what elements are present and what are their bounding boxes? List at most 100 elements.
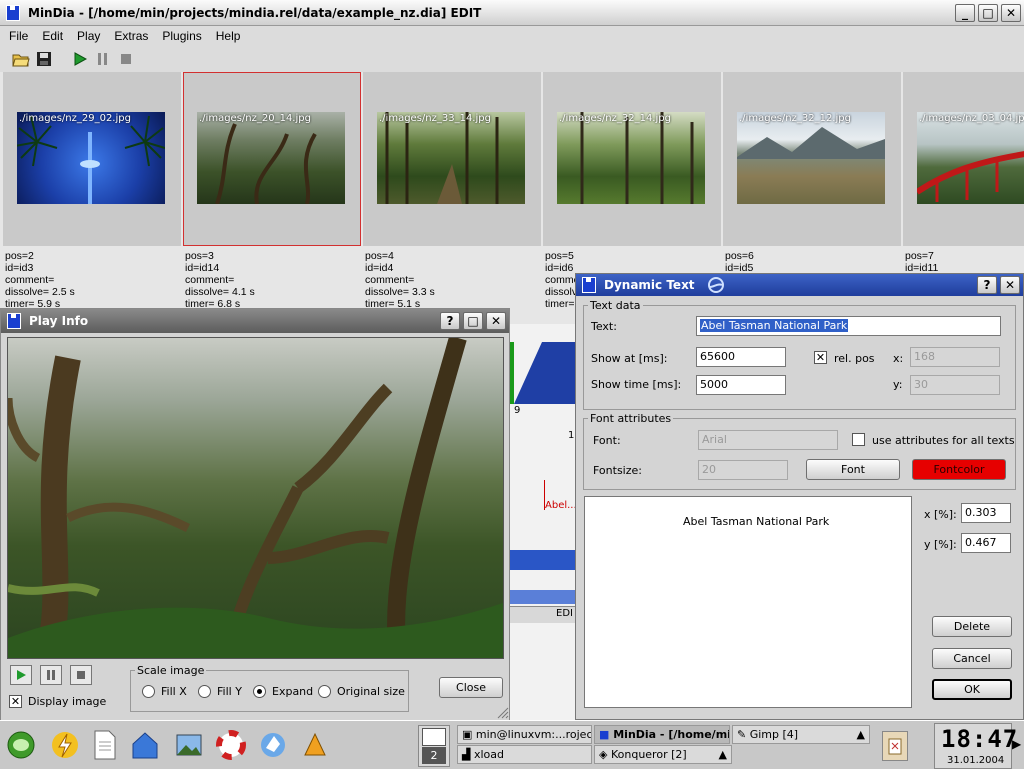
show-time-input[interactable]: 5000 bbox=[696, 375, 786, 395]
slide-thumbnail[interactable]: ./images/nz_33_14.jpg bbox=[363, 72, 541, 246]
close-icon[interactable]: ✕ bbox=[1001, 3, 1021, 22]
mindia-app-icon bbox=[582, 277, 596, 293]
font-button[interactable]: Font bbox=[806, 459, 900, 480]
original-size-label: Original size bbox=[337, 685, 405, 698]
swirl-icon bbox=[707, 277, 724, 293]
stop-icon bbox=[77, 671, 85, 679]
timeline-area[interactable]: 9 1 Abel... EDI bbox=[510, 324, 577, 720]
slide-thumbnail[interactable]: ./images/nz_32_12.jpg bbox=[723, 72, 901, 246]
play-icon[interactable] bbox=[69, 48, 91, 70]
clock[interactable]: 18:47 31.01.2004 bbox=[934, 723, 1017, 769]
desktop-pager[interactable]: 2 bbox=[418, 725, 450, 767]
clock-time: 18:47 bbox=[941, 725, 1019, 753]
slide-thumbnail-selected[interactable]: ./images/nz_20_14.jpg bbox=[183, 72, 361, 246]
document-icon[interactable] bbox=[88, 727, 122, 763]
show-time-label: Show time [ms]: bbox=[591, 378, 682, 391]
slide-image: ./images/nz_32_14.jpg bbox=[557, 112, 705, 204]
minimize-icon[interactable]: _ bbox=[955, 3, 975, 22]
play-info-titlebar[interactable]: Play Info ? □ ✕ bbox=[1, 309, 509, 333]
slide-thumbnail[interactable]: ./images/nz_32_14.jpg bbox=[543, 72, 721, 246]
slide-thumbnail[interactable]: ./images/nz_29_02.jpg bbox=[3, 72, 181, 246]
home-icon[interactable] bbox=[128, 727, 162, 763]
maximize-icon[interactable]: □ bbox=[463, 312, 483, 330]
status-mode: EDI bbox=[556, 608, 573, 619]
menu-play[interactable]: Play bbox=[68, 29, 105, 43]
x-input[interactable]: 168 bbox=[910, 347, 1000, 367]
desktop-number[interactable]: 2 bbox=[422, 747, 446, 764]
slide-filename: ./images/nz_03_04.jpg bbox=[919, 113, 1024, 124]
fontcolor-button[interactable]: Fontcolor bbox=[912, 459, 1006, 480]
text-preview-area[interactable]: Abel Tasman National Park bbox=[584, 496, 912, 708]
slide-thumbnail[interactable]: ./images/nz_03_04.jpg bbox=[903, 72, 1024, 246]
dynamic-text-titlebar[interactable]: Dynamic Text ? ✕ bbox=[576, 274, 1023, 296]
original-size-radio[interactable] bbox=[318, 685, 331, 698]
display-image-checkbox[interactable]: ✕ bbox=[9, 695, 22, 708]
pause-button[interactable] bbox=[40, 665, 62, 685]
maximize-icon[interactable]: □ bbox=[978, 3, 998, 22]
fontsize-input[interactable]: 20 bbox=[698, 460, 788, 480]
taskbar-arrow-icon[interactable]: ▶ bbox=[1012, 737, 1021, 751]
menu-edit[interactable]: Edit bbox=[33, 29, 68, 43]
font-attributes-legend: Font attributes bbox=[590, 412, 672, 425]
slide-info: pos=3 id=id14 comment= dissolve= 4.1 s t… bbox=[185, 250, 255, 310]
open-icon[interactable] bbox=[10, 48, 32, 70]
menu-help[interactable]: Help bbox=[207, 29, 246, 43]
slide-info: pos=7 id=id11 bbox=[905, 250, 939, 274]
slide-filename: ./images/nz_20_14.jpg bbox=[199, 113, 311, 124]
y-input[interactable]: 30 bbox=[910, 375, 1000, 395]
konqueror-icon[interactable] bbox=[256, 727, 290, 763]
slide-info: pos=4 id=id4 comment= dissolve= 3.3 s ti… bbox=[365, 250, 435, 310]
y-percent-input[interactable]: 0.467 bbox=[961, 533, 1011, 553]
fill-x-radio[interactable] bbox=[142, 685, 155, 698]
fontsize-label: Fontsize: bbox=[593, 464, 642, 477]
play-button[interactable] bbox=[10, 665, 32, 685]
resize-grip-icon[interactable] bbox=[497, 707, 509, 719]
menu-plugins[interactable]: Plugins bbox=[153, 29, 206, 43]
menu-file[interactable]: File bbox=[0, 29, 33, 43]
cancel-button[interactable]: Cancel bbox=[932, 648, 1012, 669]
close-button[interactable]: Close bbox=[439, 677, 503, 698]
task-xload[interactable]: ▟ xload bbox=[457, 745, 592, 764]
xload-icon: ▟ bbox=[462, 748, 474, 761]
status-strip: EDI bbox=[510, 606, 576, 623]
menu-extras[interactable]: Extras bbox=[105, 29, 153, 43]
task-gimp[interactable]: ✎ Gimp [4] ▲ bbox=[732, 725, 870, 744]
image-viewer-icon[interactable] bbox=[172, 727, 206, 763]
stop-icon[interactable] bbox=[115, 48, 137, 70]
use-attributes-checkbox[interactable] bbox=[852, 433, 865, 446]
lightning-icon[interactable] bbox=[48, 727, 82, 763]
help-lifebuoy-icon[interactable] bbox=[214, 727, 248, 763]
stop-button[interactable] bbox=[70, 665, 92, 685]
mindia-app-icon bbox=[7, 313, 21, 329]
fill-y-radio[interactable] bbox=[198, 685, 211, 698]
help-icon[interactable]: ? bbox=[440, 312, 460, 330]
slide-image: ./images/nz_20_14.jpg bbox=[197, 112, 345, 204]
desktop-1-preview[interactable] bbox=[422, 728, 446, 746]
dynamic-text-title: Dynamic Text bbox=[604, 278, 695, 292]
suse-menu-icon[interactable] bbox=[4, 727, 38, 763]
expand-radio[interactable] bbox=[253, 685, 266, 698]
fill-y-label: Fill Y bbox=[217, 685, 242, 698]
use-attributes-label: use attributes for all texts bbox=[872, 434, 1015, 447]
mindia-app-icon bbox=[6, 4, 20, 21]
ok-button[interactable]: OK bbox=[932, 679, 1012, 700]
rel-pos-checkbox[interactable]: ✕ bbox=[814, 351, 827, 364]
delete-button[interactable]: Delete bbox=[932, 616, 1012, 637]
font-input[interactable]: Arial bbox=[698, 430, 838, 450]
office-icon[interactable] bbox=[298, 727, 332, 763]
main-window-titlebar[interactable]: MinDia - [/home/min/projects/mindia.rel/… bbox=[0, 0, 1024, 26]
show-at-input[interactable]: 65600 bbox=[696, 347, 786, 367]
x-percent-input[interactable]: 0.303 bbox=[961, 503, 1011, 523]
toolbar bbox=[0, 46, 1024, 73]
close-icon[interactable]: ✕ bbox=[1000, 276, 1020, 294]
close-icon[interactable]: ✕ bbox=[486, 312, 506, 330]
save-icon[interactable] bbox=[33, 48, 55, 70]
klipper-icon[interactable] bbox=[882, 731, 908, 761]
pause-icon[interactable] bbox=[92, 48, 114, 70]
konqueror-icon: ◈ bbox=[599, 748, 611, 761]
task-konqueror[interactable]: ◈ Konqueror [2] ▲ bbox=[594, 745, 732, 764]
help-icon[interactable]: ? bbox=[977, 276, 997, 294]
task-terminal[interactable]: ▣ min@linuxvm:...rojects bbox=[457, 725, 592, 744]
text-input[interactable]: Abel Tasman National Park bbox=[696, 316, 1001, 336]
task-mindia[interactable]: ■ MinDia - [/home/min bbox=[594, 725, 730, 744]
